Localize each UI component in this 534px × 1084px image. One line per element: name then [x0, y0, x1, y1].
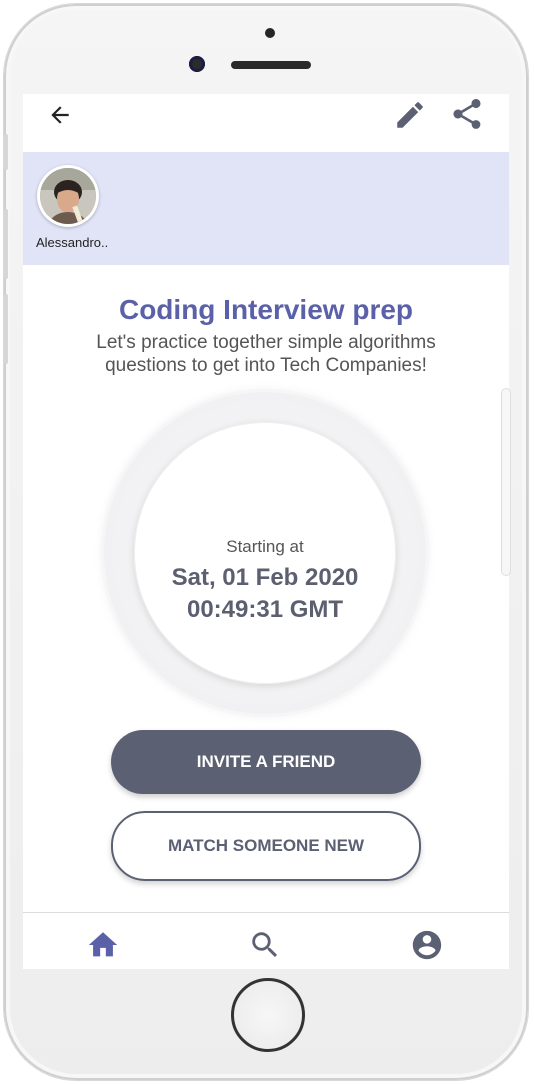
home-icon[interactable] — [86, 928, 120, 962]
start-time: 00:49:31 GMT — [186, 596, 344, 623]
proximity-sensor — [265, 28, 275, 38]
starting-label: Starting at — [226, 537, 304, 556]
participants-strip: Alessandro.. — [23, 152, 509, 265]
countdown-face: Starting at Sat, 01 Feb 2020 00:49:31 GM… — [134, 422, 396, 684]
account-circle-icon[interactable] — [410, 928, 444, 962]
scroll-indicator — [501, 388, 511, 576]
pencil-icon[interactable] — [393, 98, 427, 132]
event-description: Let's practice together simple algorithm… — [96, 332, 436, 376]
match-someone-new-button[interactable]: MATCH SOMEONE NEW — [111, 811, 421, 881]
bottom-navigation — [23, 912, 509, 969]
mute-switch — [4, 134, 8, 170]
back-arrow-icon[interactable] — [47, 102, 73, 128]
invite-friend-button[interactable]: INVITE A FRIEND — [111, 730, 421, 794]
avatar-photo — [40, 168, 96, 224]
front-camera — [189, 56, 205, 72]
share-icon[interactable] — [449, 96, 485, 132]
participant-name: Alessandro.. — [36, 235, 109, 250]
earpiece-speaker — [231, 61, 311, 69]
event-title: Coding Interview prep — [118, 294, 414, 325]
device-home-button — [231, 978, 305, 1052]
countdown-ring: Starting at Sat, 01 Feb 2020 00:49:31 GM… — [104, 392, 426, 714]
avatar[interactable] — [37, 165, 99, 227]
search-icon[interactable] — [248, 928, 282, 962]
app-screen: Alessandro.. Coding Interview prep Let's… — [23, 94, 509, 969]
volume-down-button — [4, 294, 8, 364]
volume-up-button — [4, 209, 8, 279]
start-date: Sat, 01 Feb 2020 — [171, 564, 359, 591]
app-bar — [23, 94, 509, 152]
